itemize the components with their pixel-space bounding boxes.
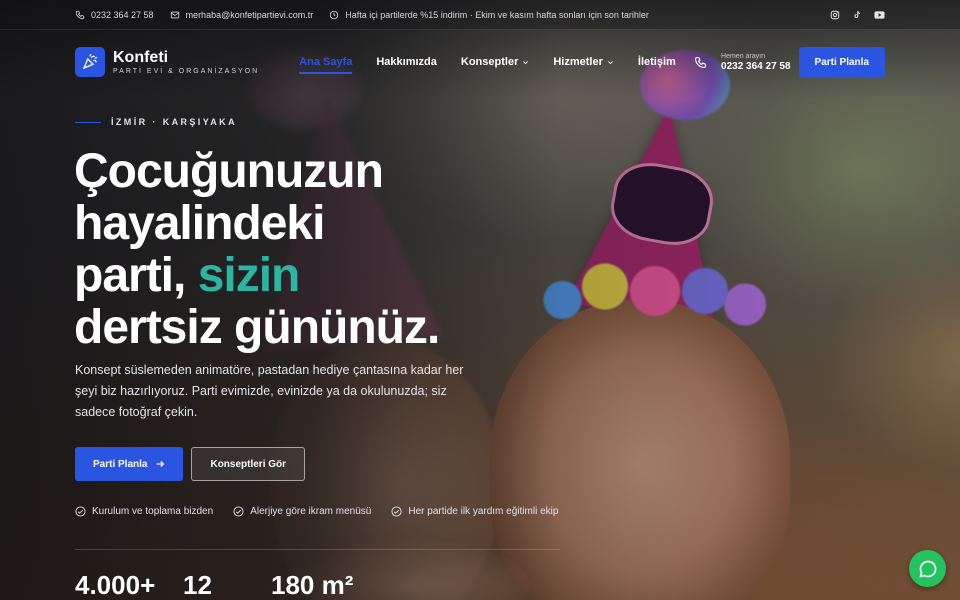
chevron-down-icon bbox=[607, 60, 613, 64]
arrow-right-icon bbox=[157, 461, 165, 467]
mail-icon bbox=[170, 11, 179, 18]
button-label: Parti Planla bbox=[93, 458, 148, 470]
eyebrow-text: İZMİR · KARŞIYAKA bbox=[111, 117, 237, 127]
stats-divider bbox=[75, 549, 560, 550]
nav-item-label: İletişim bbox=[637, 56, 676, 68]
phone-icon bbox=[695, 56, 706, 68]
nav-item-concepts[interactable]: Konseptler bbox=[461, 56, 529, 68]
check-item: Alerjiye göre ikram menüsü bbox=[233, 506, 371, 517]
topbar-phone[interactable]: 0232 364 27 58 bbox=[75, 10, 154, 20]
check-circle-icon bbox=[391, 506, 402, 517]
tiktok-icon[interactable] bbox=[852, 10, 862, 20]
headline-accent: sizin bbox=[197, 249, 301, 302]
location-eyebrow: İZMİR · KARŞIYAKA bbox=[75, 117, 237, 127]
hero-ctas: Parti Planla Konseptleri Gör bbox=[75, 447, 306, 481]
nav-item-label: Hizmetler bbox=[553, 56, 603, 68]
feature-checks: Kurulum ve toplama bizden Alerjiye göre … bbox=[75, 506, 558, 517]
hero-lead: Konsept süslemeden animatöre, pastadan h… bbox=[75, 363, 464, 419]
nav-item-label: Konseptler bbox=[460, 56, 519, 68]
nav-item-label: Hakkımızda bbox=[376, 56, 437, 68]
topbar-promo-text: Hafta içi partilerde %15 indirim · Ekim … bbox=[345, 9, 649, 20]
phone-icon bbox=[75, 10, 85, 19]
check-text: Her partide ilk yardım eğitimli ekip bbox=[408, 506, 559, 517]
headline-line-1: Çocuğunuzun bbox=[74, 145, 384, 198]
eyebrow-line bbox=[75, 121, 101, 123]
stat-value: 12 bbox=[183, 570, 212, 600]
logo-text: Konfeti PARTİ EVİ & ORGANİZASYON bbox=[113, 49, 259, 75]
call-block[interactable]: Hemen arayın 0232 364 27 58 bbox=[694, 53, 791, 72]
topbar-promo: Hafta içi partilerde %15 indirim · Ekim … bbox=[329, 10, 649, 20]
confetti-icon bbox=[75, 47, 105, 77]
youtube-icon[interactable] bbox=[874, 10, 885, 20]
whatsapp-button[interactable] bbox=[909, 550, 946, 587]
top-info-bar: 0232 364 27 58 merhaba@konfetipartievi.c… bbox=[0, 0, 960, 30]
nav-menu: Ana Sayfa Hakkımızda Konseptler Hizmetle… bbox=[299, 56, 676, 74]
stat-value: 4.000+ bbox=[75, 570, 156, 600]
check-item: Kurulum ve toplama bizden bbox=[75, 506, 213, 517]
check-item: Her partide ilk yardım eğitimli ekip bbox=[391, 506, 558, 517]
hero-stats: 4.000+ 12 180 m² bbox=[75, 570, 353, 600]
nav-item-about[interactable]: Hakkımızda bbox=[376, 56, 437, 68]
headline-line-4: dertsiz gününüz. bbox=[74, 301, 440, 354]
chevron-down-icon bbox=[523, 60, 529, 64]
brand-name: Konfeti bbox=[113, 49, 169, 66]
hero-plan-party-button[interactable]: Parti Planla bbox=[75, 447, 184, 481]
stat-value: 180 m² bbox=[271, 570, 354, 600]
nav-item-contact[interactable]: İletişim bbox=[638, 56, 676, 68]
call-number: 0232 364 27 58 bbox=[721, 60, 791, 72]
plan-party-button[interactable]: Parti Planla bbox=[798, 46, 885, 78]
nav-item-label: Ana Sayfa bbox=[299, 56, 353, 68]
headline-line-3: parti, bbox=[74, 249, 198, 302]
topbar-email[interactable]: merhaba@konfetipartievi.com.tr bbox=[170, 9, 314, 20]
headline-line-2: hayalindeki bbox=[74, 197, 325, 250]
clock-icon bbox=[330, 10, 339, 19]
view-concepts-button[interactable]: Konseptleri Gör bbox=[191, 447, 306, 481]
nav-item-home[interactable]: Ana Sayfa bbox=[299, 56, 353, 74]
whatsapp-icon bbox=[918, 560, 936, 578]
check-circle-icon bbox=[233, 506, 244, 517]
topbar-phone-text: 0232 364 27 58 bbox=[91, 9, 154, 20]
check-text: Alerjiye göre ikram menüsü bbox=[250, 506, 372, 517]
nav-item-services[interactable]: Hizmetler bbox=[553, 56, 614, 68]
brand-tagline: PARTİ EVİ & ORGANİZASYON bbox=[113, 68, 260, 75]
social-links bbox=[830, 10, 885, 20]
instagram-icon[interactable] bbox=[830, 10, 840, 20]
logo[interactable]: Konfeti PARTİ EVİ & ORGANİZASYON bbox=[75, 47, 259, 77]
topbar-email-text: merhaba@konfetipartievi.com.tr bbox=[185, 9, 314, 20]
main-nav: Konfeti PARTİ EVİ & ORGANİZASYON Ana Say… bbox=[0, 30, 960, 94]
check-text: Kurulum ve toplama bizden bbox=[92, 506, 214, 517]
call-caption: Hemen arayın bbox=[721, 52, 765, 60]
hero-headline: Çocuğunuzun hayalindeki parti, sizin der… bbox=[74, 146, 534, 354]
check-circle-icon bbox=[75, 506, 86, 517]
call-text: Hemen arayın 0232 364 27 58 bbox=[721, 53, 791, 72]
